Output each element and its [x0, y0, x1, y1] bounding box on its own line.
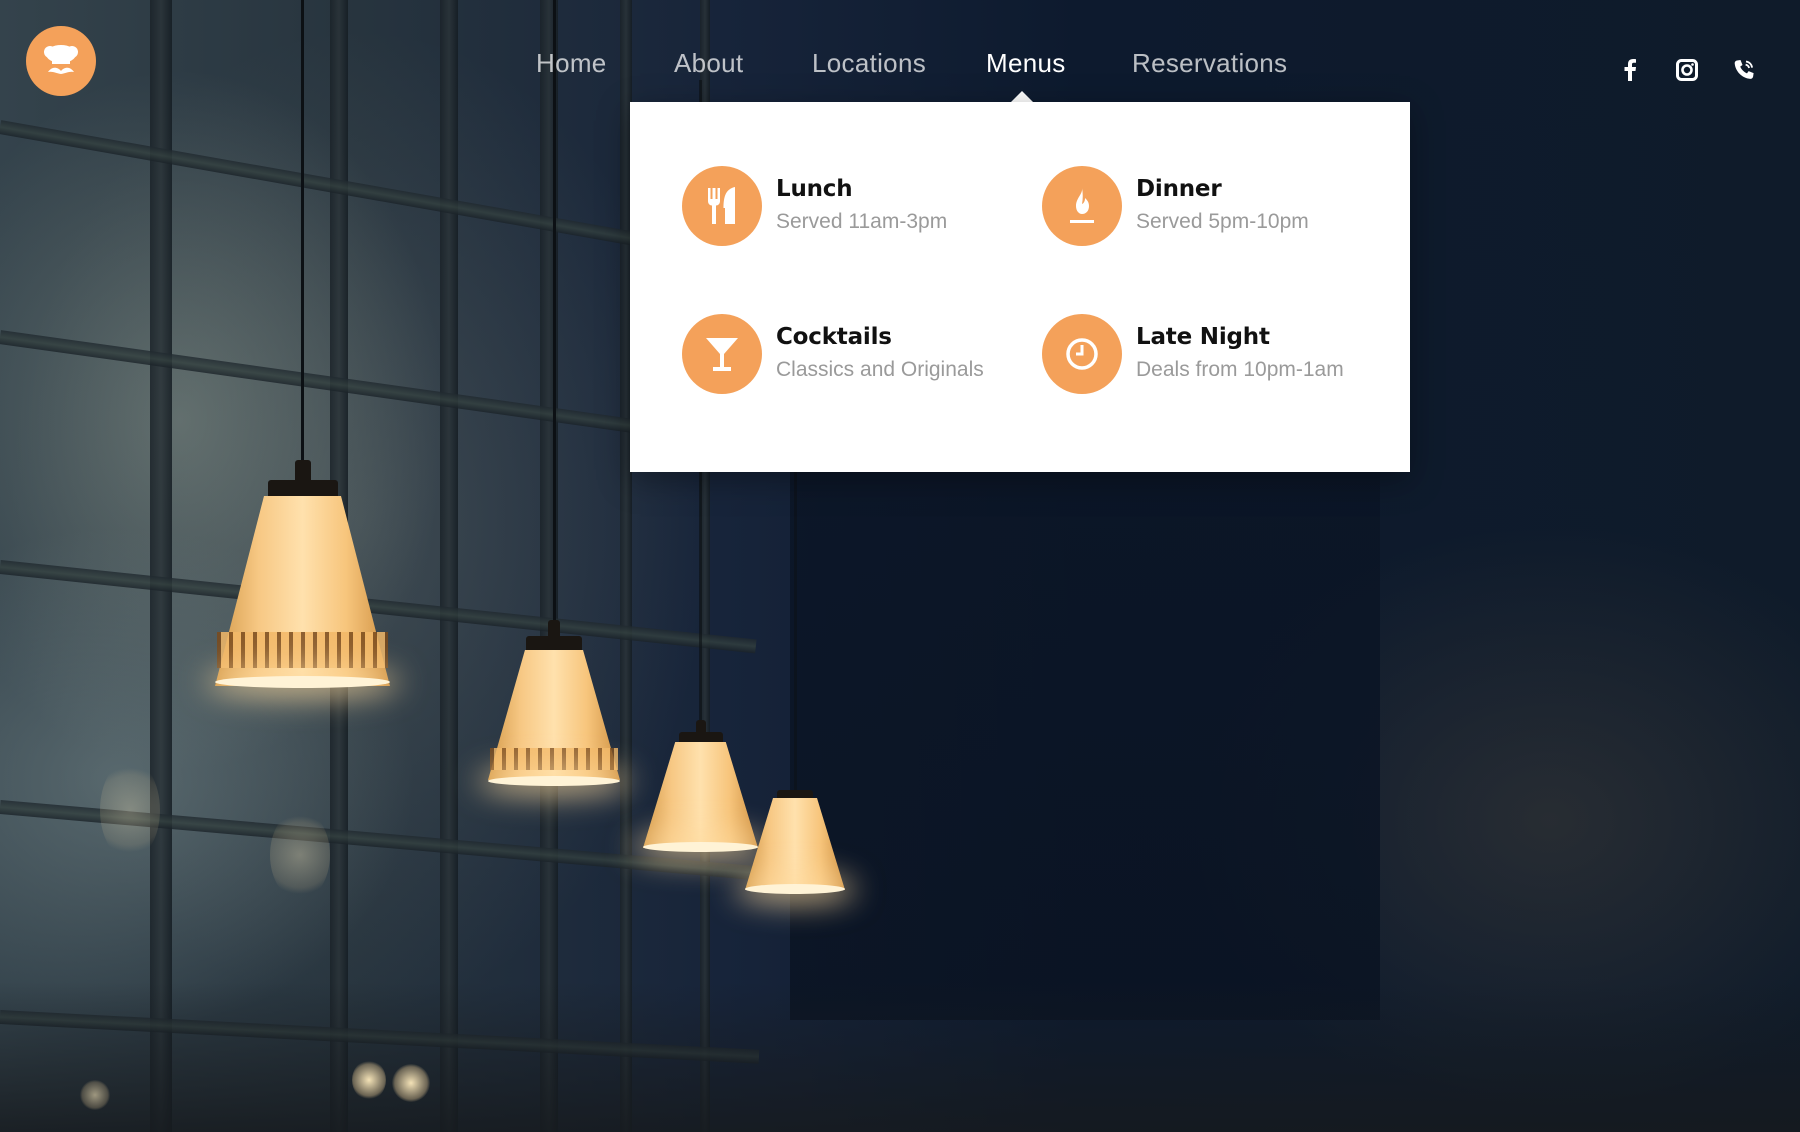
- menu-item-icon-container: [1042, 314, 1122, 394]
- page: Home About Locations Menus Reservations: [0, 0, 1800, 1132]
- menus-dropdown: Lunch Served 11am-3pm Dinner Served 5pm-…: [630, 102, 1410, 472]
- bokeh-light: [100, 760, 160, 860]
- bokeh-light: [352, 1060, 386, 1100]
- bokeh-light: [80, 1080, 110, 1110]
- main-nav: Home About Locations Menus Reservations: [0, 48, 1800, 88]
- menu-item-subtitle: Deals from 10pm-1am: [1136, 358, 1344, 381]
- facebook-link[interactable]: [1612, 52, 1648, 88]
- bokeh-light: [270, 810, 330, 900]
- menu-item-late-night[interactable]: Late Night Deals from 10pm-1am: [1042, 314, 1382, 394]
- menu-item-title: Late Night: [1136, 324, 1270, 350]
- window-frame: [440, 0, 458, 1132]
- menu-item-subtitle: Served 5pm-10pm: [1136, 210, 1309, 233]
- pendant-lamp: [488, 0, 620, 800]
- menu-item-icon-container: [1042, 166, 1122, 246]
- nav-locations[interactable]: Locations: [812, 48, 926, 79]
- menu-item-icon-container: [682, 166, 762, 246]
- floor-shadow: [0, 982, 1800, 1132]
- instagram-icon: [1676, 59, 1698, 81]
- fork-knife-icon: [708, 187, 735, 224]
- bokeh-light: [392, 1064, 430, 1102]
- flame-icon: [1070, 188, 1094, 223]
- nav-home[interactable]: Home: [536, 48, 607, 79]
- window-frame: [150, 0, 172, 1132]
- menu-item-title: Lunch: [776, 176, 853, 202]
- instagram-link[interactable]: [1669, 52, 1705, 88]
- cocktail-glass-icon: [706, 338, 738, 371]
- phone-link[interactable]: [1726, 52, 1762, 88]
- nav-menus[interactable]: Menus: [986, 48, 1066, 79]
- nav-about[interactable]: About: [674, 48, 743, 79]
- menu-item-icon-container: [682, 314, 762, 394]
- nav-reservations[interactable]: Reservations: [1132, 48, 1287, 79]
- menu-item-subtitle: Classics and Originals: [776, 358, 984, 381]
- phone-icon: [1734, 60, 1754, 79]
- menu-item-cocktails[interactable]: Cocktails Classics and Originals: [682, 314, 1022, 394]
- menu-item-title: Cocktails: [776, 324, 892, 350]
- facebook-icon: [1624, 59, 1636, 81]
- menu-item-subtitle: Served 11am-3pm: [776, 210, 948, 233]
- menu-item-lunch[interactable]: Lunch Served 11am-3pm: [682, 166, 1022, 246]
- pendant-lamp: [215, 0, 390, 700]
- clock-icon: [1066, 338, 1098, 370]
- menu-item-dinner[interactable]: Dinner Served 5pm-10pm: [1042, 166, 1382, 246]
- dark-wall: [790, 440, 1380, 1020]
- menu-item-title: Dinner: [1136, 176, 1222, 202]
